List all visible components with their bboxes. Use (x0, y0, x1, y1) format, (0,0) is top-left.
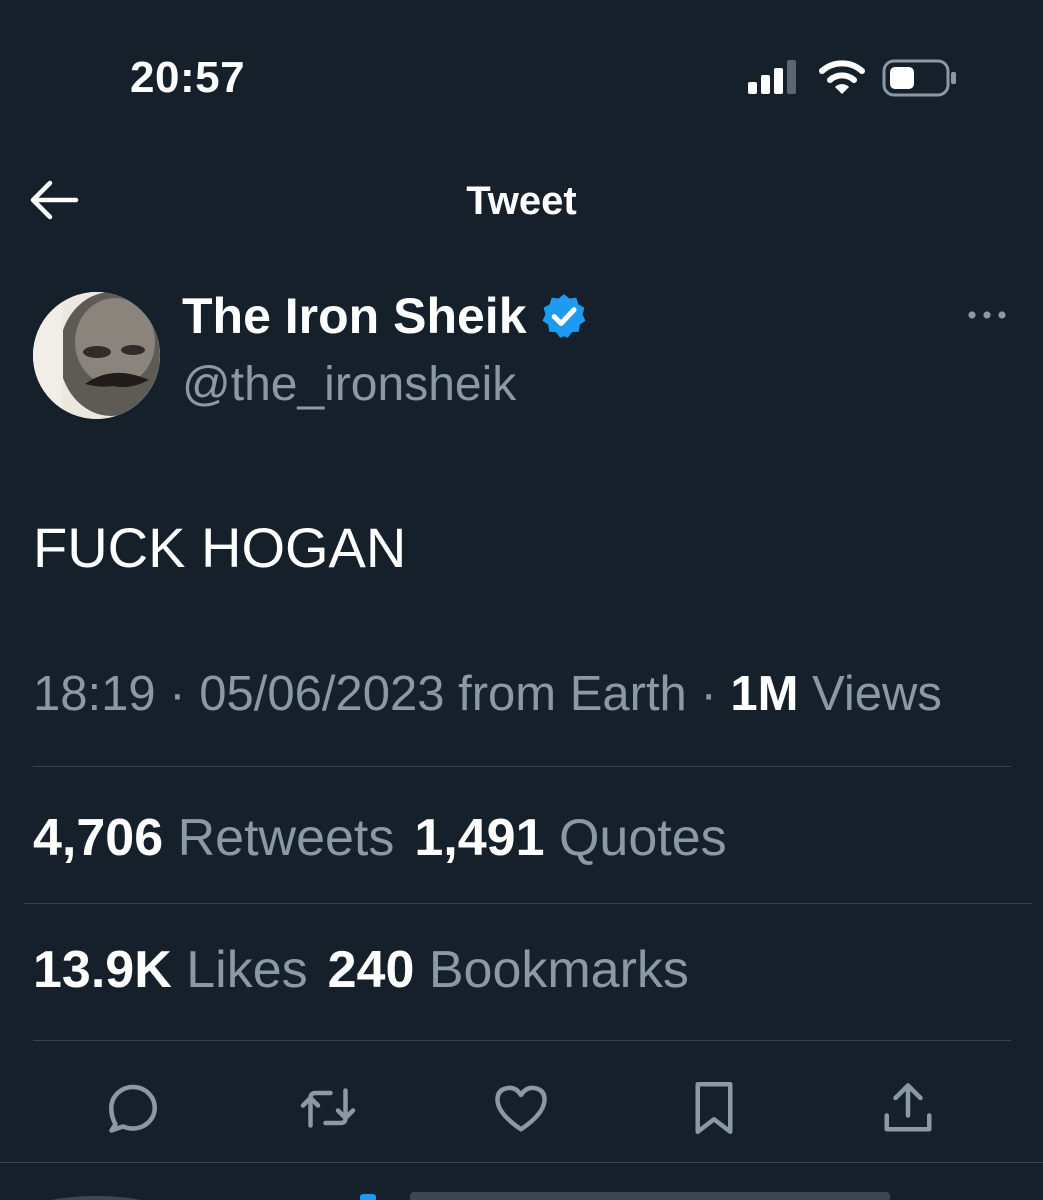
bookmarks-label: Bookmarks (428, 941, 689, 999)
page-title: Tweet (466, 179, 577, 223)
status-time: 20:57 (130, 53, 246, 102)
quotes-label: Quotes (558, 809, 727, 867)
tweet-meta: 18:19 · 05/06/2023 from Earth · 1M Views (33, 662, 942, 726)
share-button[interactable] (878, 1078, 938, 1138)
reply-button[interactable] (103, 1078, 163, 1138)
bookmark-icon (695, 1082, 733, 1134)
quotes-stat[interactable]: 1,491 Quotes (414, 809, 726, 867)
avatar[interactable] (33, 292, 160, 419)
divider (0, 1162, 1043, 1163)
tweet-date[interactable]: 05/06/2023 (199, 667, 444, 721)
like-icon (495, 1085, 547, 1132)
more-options-icon[interactable] (962, 300, 1012, 330)
tweet-text: FUCK HOGAN (33, 516, 407, 579)
like-button[interactable] (491, 1078, 551, 1138)
author-name[interactable]: The Iron Sheik (182, 285, 589, 347)
retweets-stat[interactable]: 4,706 Retweets (33, 809, 394, 867)
likes-label: Likes (186, 941, 308, 999)
divider (24, 903, 1032, 904)
retweets-label: Retweets (177, 809, 395, 867)
cellular-signal-icon (748, 60, 796, 94)
bookmarks-count: 240 (327, 941, 415, 999)
retweets-count: 4,706 (33, 809, 164, 867)
bookmark-button[interactable] (684, 1078, 744, 1138)
views-label: Views (812, 667, 942, 721)
verified-badge-icon (542, 294, 585, 338)
meta-separator: · (700, 667, 717, 721)
battery-icon (882, 59, 956, 97)
tweet-time[interactable]: 18:19 (33, 667, 156, 721)
likes-stat[interactable]: 13.9K Likes (33, 941, 308, 999)
retweet-icon (300, 1088, 356, 1128)
retweet-button[interactable] (298, 1078, 358, 1138)
author-name-text: The Iron Sheik (182, 288, 527, 344)
divider (33, 766, 1011, 767)
share-icon (884, 1083, 932, 1132)
meta-separator: · (169, 667, 186, 721)
stats-row-reposts: 4,706 Retweets 1,491 Quotes (33, 806, 727, 870)
likes-count: 13.9K (33, 941, 172, 999)
author-handle[interactable]: @the_ironsheik (182, 355, 516, 415)
quotes-count: 1,491 (414, 809, 545, 867)
avatar-image (33, 292, 160, 419)
divider (33, 1040, 1011, 1041)
reply-icon (109, 1084, 157, 1133)
next-reply-preview (51, 1192, 890, 1200)
tweet-source: from Earth (458, 667, 687, 721)
bookmarks-stat[interactable]: 240 Bookmarks (328, 941, 689, 999)
wifi-icon (819, 60, 865, 94)
stats-row-likes: 13.9K Likes 240 Bookmarks (33, 938, 689, 1002)
views-count: 1M (730, 667, 799, 721)
